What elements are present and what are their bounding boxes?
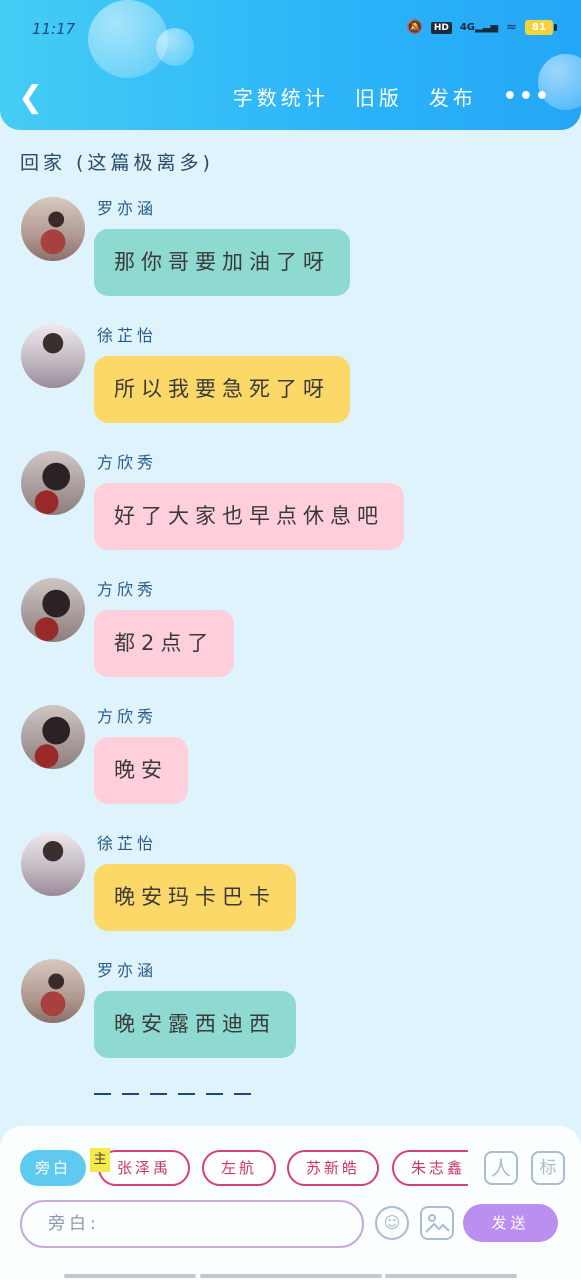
mark-icon[interactable]: 标 bbox=[531, 1151, 565, 1185]
battery-level: 81 bbox=[532, 22, 546, 33]
back-button[interactable]: ❮ bbox=[18, 80, 48, 116]
sender-name: 罗亦涵 bbox=[97, 199, 158, 218]
message-item: 徐芷怡 所以我要急死了呀 bbox=[0, 324, 581, 434]
sender-name: 方欣秀 bbox=[97, 453, 158, 472]
nav-bar-segment bbox=[385, 1274, 517, 1278]
word-count-button[interactable]: 字数统计 bbox=[233, 82, 329, 111]
avatar[interactable] bbox=[21, 451, 85, 515]
old-version-button[interactable]: 旧版 bbox=[355, 82, 403, 111]
dash bbox=[206, 1093, 223, 1095]
role-chip-zhu-zhixin[interactable]: 朱志鑫 bbox=[392, 1150, 468, 1186]
role-chip-zuo-hang[interactable]: 左航 bbox=[202, 1150, 276, 1186]
sender-name: 方欣秀 bbox=[97, 707, 158, 726]
message-bubble[interactable]: 所以我要急死了呀 bbox=[94, 356, 350, 423]
message-item: 方欣秀 晚安 bbox=[0, 705, 581, 815]
message-item: 徐芷怡 晚安玛卡巴卡 bbox=[0, 832, 581, 942]
hd-icon: HD bbox=[430, 21, 452, 34]
message-input[interactable]: 旁白: bbox=[20, 1200, 364, 1248]
message-bubble[interactable]: 晚安 bbox=[94, 737, 188, 804]
publish-button[interactable]: 发布 bbox=[429, 82, 477, 111]
signal-icon: 4G▂▃▅ bbox=[459, 22, 499, 33]
avatar[interactable] bbox=[21, 578, 85, 642]
image-icon[interactable] bbox=[420, 1206, 454, 1240]
message-bubble[interactable]: 晚安玛卡巴卡 bbox=[94, 864, 296, 931]
avatar[interactable] bbox=[21, 705, 85, 769]
header-bubble-decoration bbox=[88, 0, 168, 78]
story-title: 回家 (这篇极离多) bbox=[20, 152, 214, 174]
sender-name: 方欣秀 bbox=[97, 580, 158, 599]
wifi-icon: ≈ bbox=[506, 20, 517, 35]
dash bbox=[94, 1093, 111, 1095]
battery-icon: 81 bbox=[525, 20, 557, 35]
chevron-left-icon: ❮ bbox=[18, 80, 44, 115]
emoji-icon[interactable]: ☺ bbox=[375, 1206, 409, 1240]
host-tag: 主 bbox=[90, 1148, 110, 1172]
send-button[interactable]: 发送 bbox=[463, 1204, 558, 1242]
mute-bell-icon: 🔕 bbox=[406, 20, 423, 35]
sender-name: 徐芷怡 bbox=[97, 834, 158, 853]
role-chip-zhang-zeyu[interactable]: 张泽禹 bbox=[98, 1150, 190, 1186]
typing-indicator bbox=[94, 1093, 251, 1095]
app-header: 11:17 🔕 HD 4G▂▃▅ ≈ 81 ❮ 字数统计 旧版 发布 ••• bbox=[0, 0, 581, 130]
message-item: 罗亦涵 晚安露西迪西 bbox=[0, 959, 581, 1069]
status-time: 11:17 bbox=[32, 20, 76, 38]
message-bubble[interactable]: 都2点了 bbox=[94, 610, 235, 677]
header-actions: 字数统计 旧版 发布 ••• bbox=[233, 82, 551, 111]
message-item: 罗亦涵 那你哥要加油了呀 bbox=[0, 197, 581, 307]
message-bubble[interactable]: 那你哥要加油了呀 bbox=[94, 229, 350, 296]
composer-panel: 旁白 主 张泽禹 左航 苏新皓 朱志鑫 人 标 旁白: ☺ 发送 bbox=[0, 1126, 581, 1280]
nav-bar-segment bbox=[200, 1274, 382, 1278]
avatar[interactable] bbox=[21, 832, 85, 896]
dash bbox=[150, 1093, 167, 1095]
role-chip-su-xinhao[interactable]: 苏新皓 bbox=[287, 1150, 379, 1186]
narration-chip[interactable]: 旁白 bbox=[20, 1150, 86, 1186]
avatar[interactable] bbox=[21, 959, 85, 1023]
message-bubble[interactable]: 好了大家也早点休息吧 bbox=[94, 483, 404, 550]
header-bubble-decoration bbox=[156, 28, 194, 66]
avatar[interactable] bbox=[21, 324, 85, 388]
dash bbox=[122, 1093, 139, 1095]
message-item: 方欣秀 都2点了 bbox=[0, 578, 581, 688]
dash bbox=[234, 1093, 251, 1095]
role-selector: 旁白 主 张泽禹 左航 苏新皓 朱志鑫 bbox=[20, 1148, 468, 1188]
sender-name: 徐芷怡 bbox=[97, 326, 158, 345]
status-icons: 🔕 HD 4G▂▃▅ ≈ 81 bbox=[406, 20, 557, 35]
message-bubble[interactable]: 晚安露西迪西 bbox=[94, 991, 296, 1058]
sender-name: 罗亦涵 bbox=[97, 961, 158, 980]
network-type: 4G bbox=[459, 22, 476, 33]
nav-bar-segment bbox=[64, 1274, 196, 1278]
message-item: 方欣秀 好了大家也早点休息吧 bbox=[0, 451, 581, 561]
more-icon[interactable]: ••• bbox=[503, 84, 551, 109]
avatar[interactable] bbox=[21, 197, 85, 261]
character-icon[interactable]: 人 bbox=[484, 1151, 518, 1185]
dash bbox=[178, 1093, 195, 1095]
